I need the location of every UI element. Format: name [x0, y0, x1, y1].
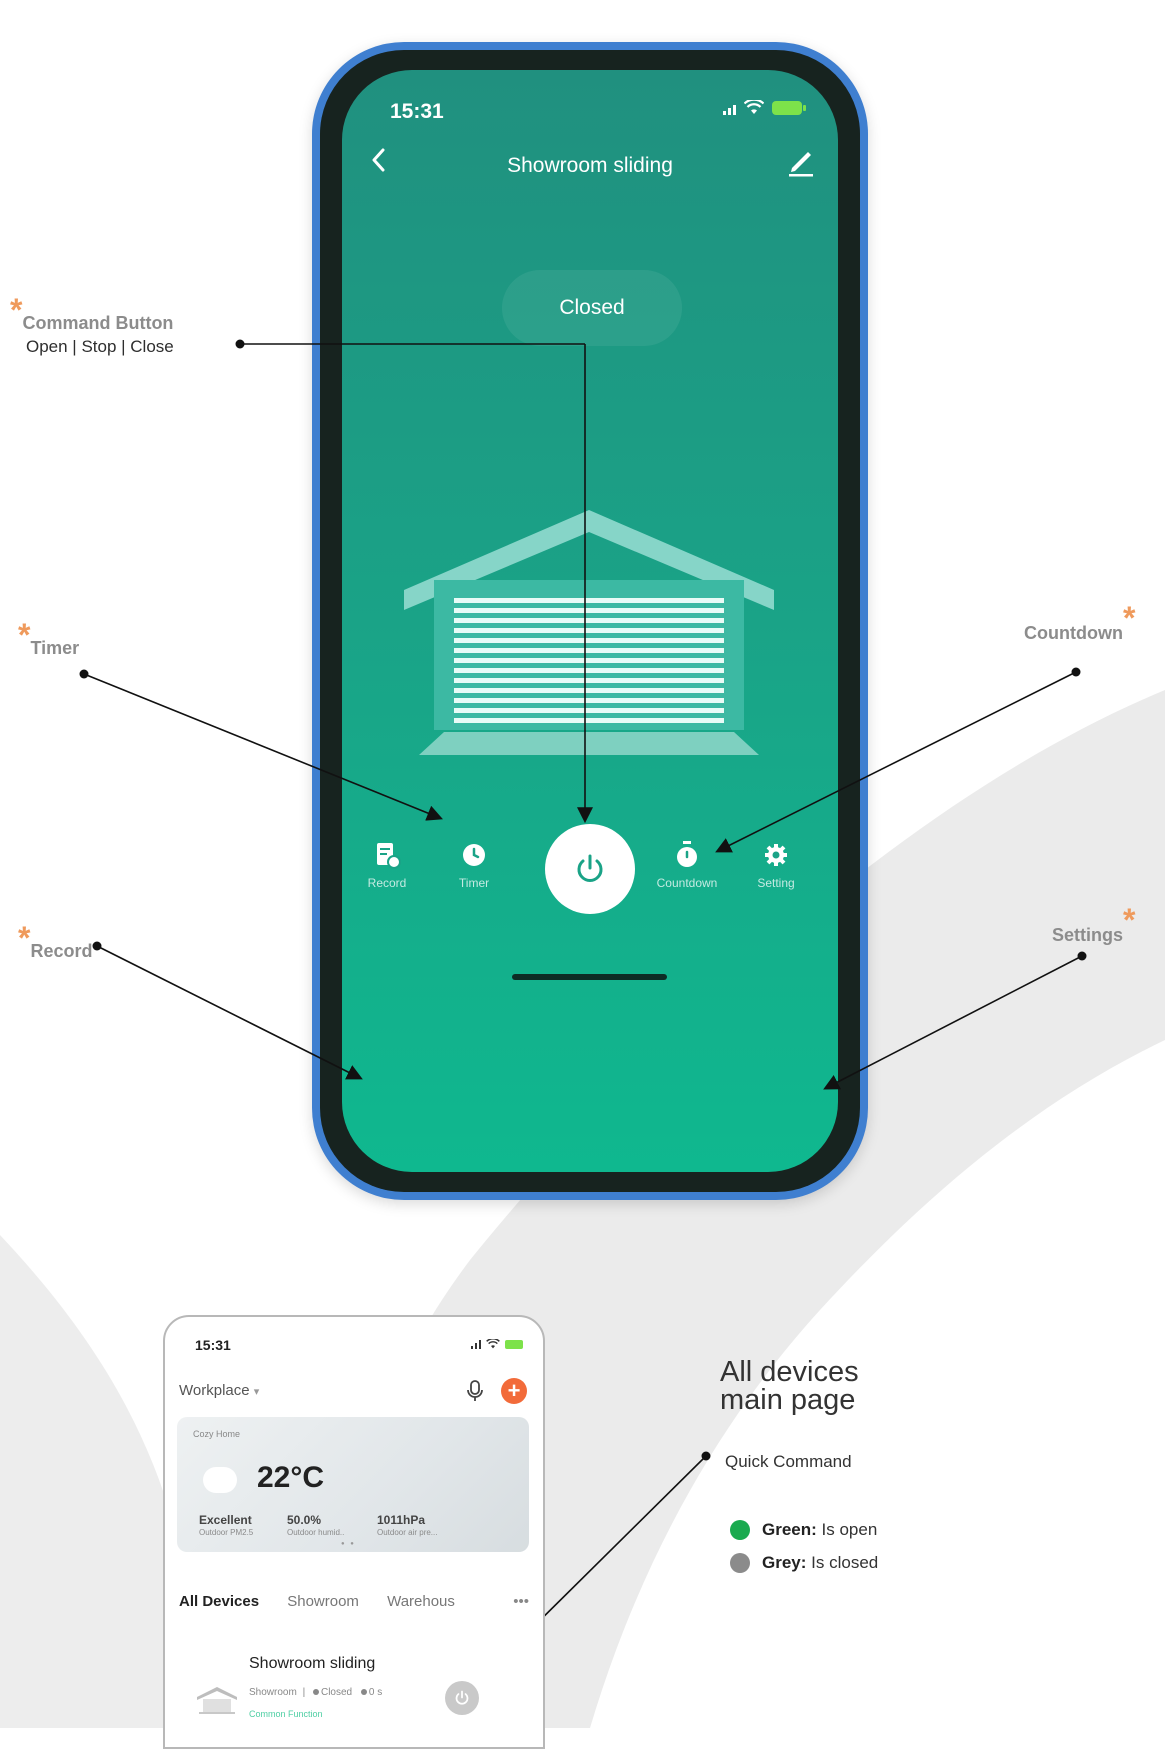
legend-grey-label: Grey:	[762, 1553, 807, 1572]
tab-warehouse[interactable]: Warehous	[387, 1593, 455, 1610]
callout-countdown-label: Countdown	[1024, 623, 1123, 643]
home-selector[interactable]: Workplace ▾	[179, 1382, 259, 1399]
all-devices-screen: 15:31 Workplace ▾ + Cozy Home 22°C Excel…	[163, 1315, 545, 1749]
mini-battery-icon	[505, 1339, 523, 1349]
quick-command-button[interactable]	[445, 1681, 479, 1715]
callout-record-label: Record	[30, 941, 93, 961]
cloud-icon	[203, 1467, 237, 1493]
tab-record[interactable]: Record	[342, 840, 432, 890]
callout-star: *	[1123, 902, 1136, 938]
room-tabs: All Devices Showroom Warehous •••	[179, 1593, 529, 1610]
weather-stat-value: 1011hPa	[377, 1513, 426, 1527]
clock-icon	[463, 844, 485, 866]
callout-command-title: Command Button	[22, 313, 174, 333]
mini-wifi-icon	[486, 1339, 500, 1349]
more-tabs-icon[interactable]: •••	[513, 1593, 529, 1610]
edit-pencil-icon[interactable]	[784, 144, 818, 178]
phone-mockup: 15:31 Showroom sliding Closed Record Tim…	[312, 42, 868, 1200]
tab-record-label: Record	[367, 876, 407, 890]
green-dot-icon	[730, 1520, 750, 1540]
callout-timer: *Timer	[18, 617, 80, 662]
status-time: 15:31	[390, 100, 444, 123]
chevron-down-icon: ▾	[253, 1386, 260, 1398]
device-room: Showroom	[249, 1687, 297, 1698]
callout-record: *Record	[18, 920, 93, 965]
garage-door-illustration	[404, 510, 774, 755]
record-icon	[377, 843, 401, 869]
power-icon	[455, 1690, 469, 1705]
legend-item-grey: Grey: Is closed	[730, 1553, 878, 1573]
weather-stat-value: 50.0%	[287, 1513, 322, 1527]
callout-star: *	[18, 920, 31, 956]
page-title: Showroom sliding	[507, 154, 673, 177]
legend-title: All devices main page	[720, 1356, 859, 1416]
command-power-button[interactable]	[545, 824, 635, 914]
garage-thumbnail-icon	[197, 1687, 237, 1714]
weather-stat-label: Outdoor PM2.5	[199, 1528, 254, 1537]
callout-settings-label: Settings	[1052, 925, 1124, 945]
legend-title-line2: main page	[720, 1384, 856, 1416]
weather-stat-value: Excellent	[199, 1513, 252, 1527]
wifi-icon	[744, 100, 764, 114]
grey-dot-icon	[730, 1553, 750, 1573]
callout-command-sub: Open | Stop | Close	[26, 337, 174, 356]
weather-stat-pm25: Excellent Outdoor PM2.5	[199, 1513, 253, 1537]
status-icons	[723, 100, 806, 115]
tab-countdown-label: Countdown	[656, 876, 718, 890]
weather-temperature: 22°C	[257, 1461, 325, 1494]
weather-stat-label: Outdoor humid..	[287, 1528, 345, 1537]
carousel-dots: ● ●	[341, 1541, 356, 1547]
gear-icon	[765, 844, 787, 866]
mini-status-time: 15:31	[195, 1337, 231, 1353]
weather-stat-humidity: 50.0% Outdoor humid..	[287, 1513, 344, 1537]
timer-dot-icon	[360, 1689, 367, 1695]
legend-grey-text: Is closed	[811, 1553, 879, 1572]
legend-green-label: Green:	[762, 1520, 817, 1539]
door-status-badge: Closed	[502, 270, 682, 346]
callout-settings: Settings*	[1052, 902, 1135, 949]
device-card[interactable]: Showroom sliding Showroom | Closed 0 s C…	[179, 1645, 529, 1745]
tab-setting[interactable]: Setting	[731, 840, 821, 890]
device-screen: 15:31 Showroom sliding Closed Record Tim…	[342, 70, 838, 1172]
device-state: Closed	[320, 1687, 353, 1698]
callout-star: *	[10, 292, 23, 328]
callout-countdown: Countdown*	[1024, 600, 1135, 647]
tab-timer[interactable]: Timer	[429, 840, 519, 890]
tab-setting-label: Setting	[757, 876, 795, 890]
phone-bezel: 15:31 Showroom sliding Closed Record Tim…	[320, 50, 860, 1192]
weather-stat-label: Outdoor air pre...	[377, 1528, 438, 1537]
callout-star: *	[1122, 600, 1136, 636]
callout-star: *	[18, 617, 31, 653]
power-icon	[577, 854, 603, 882]
callout-command-button: *Command Button Open | Stop | Close	[10, 292, 174, 357]
mini-status-icons	[471, 1339, 523, 1349]
tab-countdown[interactable]: Countdown	[642, 840, 732, 890]
signal-icon	[723, 101, 736, 115]
tab-showroom[interactable]: Showroom	[287, 1593, 359, 1610]
state-dot-icon	[312, 1689, 319, 1695]
stopwatch-icon	[677, 841, 697, 867]
legend-item-green: Green: Is open	[730, 1520, 877, 1540]
weather-card[interactable]: Cozy Home 22°C Excellent Outdoor PM2.5 5…	[177, 1417, 529, 1552]
home-indicator	[512, 974, 667, 980]
tab-all-devices[interactable]: All Devices	[179, 1593, 259, 1610]
battery-icon	[772, 100, 806, 115]
weather-stat-pressure: 1011hPa Outdoor air pre...	[377, 1513, 437, 1537]
device-time: 0 s	[368, 1687, 383, 1698]
add-device-button[interactable]: +	[501, 1378, 527, 1404]
legend-green-text: Is open	[821, 1520, 878, 1539]
microphone-icon[interactable]	[465, 1379, 485, 1403]
device-function-link[interactable]: Common Function	[249, 1709, 323, 1719]
tab-timer-label: Timer	[458, 876, 490, 890]
home-selector-label: Workplace	[179, 1382, 250, 1399]
weather-location: Cozy Home	[193, 1429, 241, 1439]
legend-title-line1: All devices	[720, 1356, 859, 1388]
callout-timer-label: Timer	[30, 638, 80, 658]
quick-command-label: Quick Command	[725, 1452, 852, 1471]
mini-signal-icon	[471, 1339, 481, 1349]
device-name: Showroom sliding	[249, 1655, 376, 1672]
device-meta: Showroom | Closed 0 s	[249, 1687, 382, 1698]
device-separator: |	[302, 1687, 306, 1698]
